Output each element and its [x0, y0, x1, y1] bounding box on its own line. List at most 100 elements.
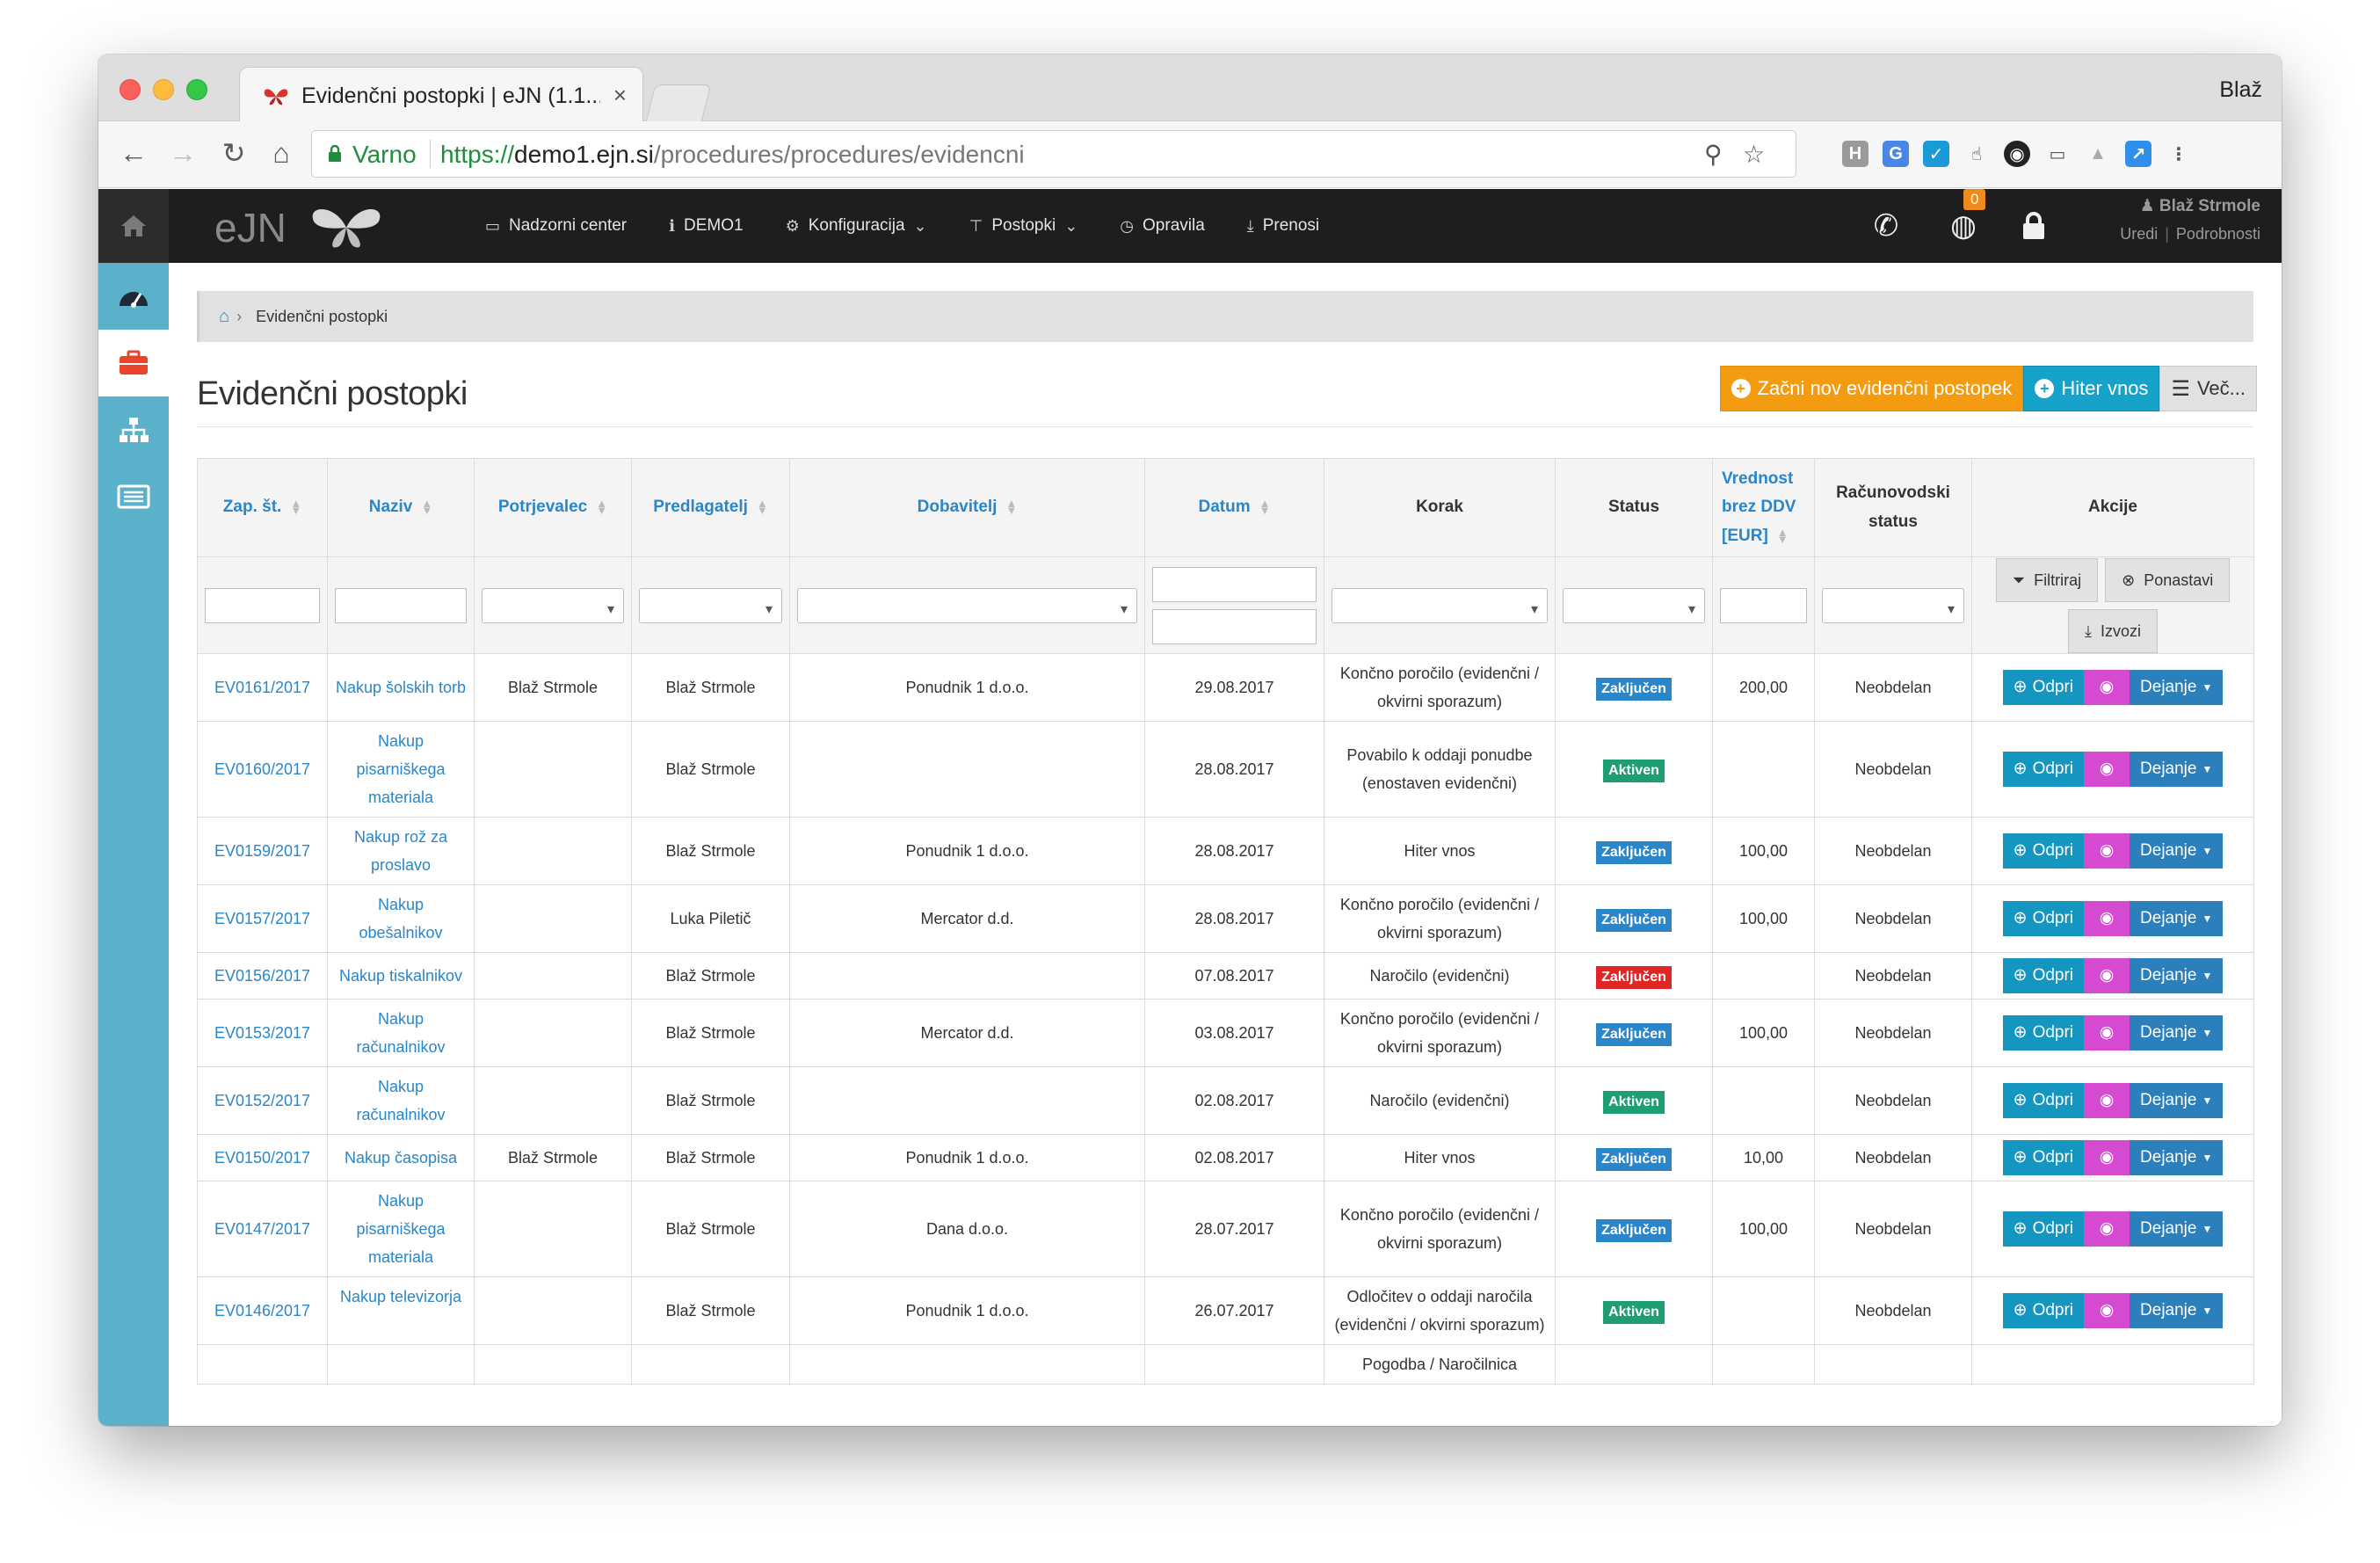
forward-icon[interactable]: →: [163, 134, 202, 172]
menu-prenosi[interactable]: ⤓ Prenosi: [1247, 216, 1319, 236]
back-icon[interactable]: ←: [114, 134, 153, 172]
action-dropdown-button[interactable]: Dejanje ▼: [2130, 901, 2224, 936]
h-extension-icon[interactable]: H: [1842, 141, 1868, 167]
cell-naziv[interactable]: Nakup računalnikov: [327, 999, 475, 1067]
new-procedure-button[interactable]: + Začni nov evidenčni postopek: [1719, 366, 2024, 411]
globe-icon[interactable]: ◍: [1944, 207, 1983, 245]
home-breadcrumb-icon[interactable]: ⌂: [219, 307, 229, 327]
new-tab-button[interactable]: [645, 84, 712, 121]
cell-zap-text[interactable]: EV0153/2017: [214, 1024, 310, 1042]
cell-naziv[interactable]: [327, 1344, 475, 1385]
action-dropdown-button[interactable]: Dejanje ▼: [2130, 1211, 2224, 1247]
cell-naziv[interactable]: Nakup pisarniškega materiala: [327, 1181, 475, 1277]
reload-icon[interactable]: ↻: [214, 134, 253, 172]
col-potrjevalec[interactable]: Potrjevalec ▲ ▼: [474, 458, 632, 557]
check-extension-icon[interactable]: ✓: [1923, 141, 1949, 167]
action-dropdown-button[interactable]: Dejanje ▼: [2130, 958, 2224, 993]
profile-name[interactable]: Blaž: [2219, 77, 2262, 103]
cell-zap-text[interactable]: EV0152/2017: [214, 1092, 310, 1109]
sidebar-item-procedures[interactable]: [98, 330, 169, 396]
action-dropdown-button[interactable]: Dejanje ▼: [2130, 670, 2224, 705]
open-button[interactable]: ⊕ Odpri: [2002, 752, 2085, 787]
filter-zap-input[interactable]: [205, 587, 320, 623]
cell-naziv-text[interactable]: Nakup pisarniškega materiala: [356, 1192, 445, 1266]
col-dobavitelj[interactable]: Dobavitelj ▲ ▼: [789, 458, 1145, 557]
reset-button[interactable]: ⊗ Ponastavi: [2105, 557, 2231, 602]
cell-zap[interactable]: EV0161/2017: [197, 653, 328, 722]
open-button[interactable]: ⊕ Odpri: [2002, 958, 2085, 993]
color-picker-extension-icon[interactable]: ◉: [2004, 141, 2030, 167]
preview-button[interactable]: ◉: [2084, 1293, 2130, 1328]
action-dropdown-button[interactable]: Dejanje ▼: [2130, 1015, 2224, 1050]
details-link[interactable]: Podrobnosti: [2176, 225, 2260, 243]
filter-dobavitelj-select[interactable]: [797, 587, 1137, 624]
cell-zap-text[interactable]: EV0150/2017: [214, 1149, 310, 1167]
maximize-window-button[interactable]: [186, 79, 207, 100]
open-button[interactable]: ⊕ Odpri: [2002, 833, 2085, 869]
cell-naziv-text[interactable]: Nakup tiskalnikov: [339, 967, 462, 985]
bookmark-star-icon[interactable]: ☆: [1743, 140, 1765, 169]
translate-extension-icon[interactable]: G: [1883, 141, 1909, 167]
action-dropdown-button[interactable]: Dejanje ▼: [2130, 833, 2224, 869]
cell-zap-text[interactable]: EV0157/2017: [214, 910, 310, 927]
sidebar-item-list[interactable]: [98, 463, 169, 530]
preview-button[interactable]: ◉: [2084, 1211, 2130, 1247]
cell-naziv[interactable]: Nakup televizorja: [327, 1276, 475, 1345]
zoom-icon[interactable]: ⚲: [1704, 140, 1723, 169]
address-bar[interactable]: Varno https://demo1.ejn.si/procedures/pr…: [311, 130, 1796, 178]
cell-naziv-text[interactable]: Nakup računalnikov: [356, 1010, 445, 1056]
home-icon[interactable]: ⌂: [262, 134, 301, 172]
preview-button[interactable]: ◉: [2084, 1083, 2130, 1118]
open-button[interactable]: ⊕ Odpri: [2002, 1293, 2085, 1328]
cell-zap[interactable]: EV0160/2017: [197, 721, 328, 818]
cell-naziv-text[interactable]: Nakup pisarniškega materiala: [356, 732, 445, 806]
filter-date-from-input[interactable]: [1152, 566, 1317, 602]
cell-naziv-text[interactable]: Nakup časopisa: [345, 1149, 457, 1167]
filter-button[interactable]: ⏷ Filtriraj: [1995, 557, 2099, 602]
cell-zap[interactable]: EV0157/2017: [197, 884, 328, 953]
open-button[interactable]: ⊕ Odpri: [2002, 901, 2085, 936]
edit-profile-link[interactable]: Uredi: [2120, 225, 2158, 243]
open-button[interactable]: ⊕ Odpri: [2002, 1140, 2085, 1175]
cell-zap[interactable]: EV0156/2017: [197, 952, 328, 1000]
cell-zap[interactable]: [197, 1344, 328, 1385]
cell-naziv[interactable]: Nakup časopisa: [327, 1134, 475, 1181]
filter-date-to-input[interactable]: [1152, 608, 1317, 644]
filter-potrjevalec-select[interactable]: [482, 587, 624, 624]
sidebar-item-dashboard[interactable]: [98, 263, 169, 330]
col-naziv[interactable]: Naziv ▲ ▼: [327, 458, 475, 557]
preview-button[interactable]: ◉: [2084, 1015, 2130, 1050]
menu-opravila[interactable]: ◷ Opravila: [1120, 216, 1204, 236]
filter-vrednost-input[interactable]: [1720, 587, 1807, 623]
cell-zap-text[interactable]: EV0147/2017: [214, 1220, 310, 1238]
cell-zap-text[interactable]: EV0156/2017: [214, 967, 310, 985]
menu-demo1[interactable]: ℹ DEMO1: [669, 216, 743, 236]
more-button[interactable]: ☰ Več...: [2159, 366, 2257, 411]
cursor-extension-icon[interactable]: ☝: [1963, 141, 1990, 167]
drive-extension-icon[interactable]: ▲: [2085, 141, 2111, 167]
cell-naziv-text[interactable]: Nakup rož za proslavo: [354, 828, 447, 874]
export-button[interactable]: ⤓ Izvozi: [2068, 608, 2158, 653]
filter-predlagatelj-select[interactable]: [639, 587, 782, 624]
sidebar-item-structure[interactable]: [98, 396, 169, 463]
menu-konfiguracija[interactable]: ⚙ Konfiguracija ⌄: [786, 216, 927, 236]
lock-nav-icon[interactable]: [2014, 207, 2053, 245]
open-button[interactable]: ⊕ Odpri: [2002, 670, 2085, 705]
menu-nadzorni-center[interactable]: ▭ Nadzorni center: [485, 216, 627, 236]
cell-zap[interactable]: EV0150/2017: [197, 1134, 328, 1181]
action-dropdown-button[interactable]: Dejanje ▼: [2130, 1083, 2224, 1118]
open-button[interactable]: ⊕ Odpri: [2002, 1083, 2085, 1118]
cell-zap[interactable]: EV0152/2017: [197, 1066, 328, 1135]
url-text[interactable]: https://demo1.ejn.si/procedures/procedur…: [440, 141, 1025, 169]
user-name[interactable]: ♟ Blaž Strmole: [2067, 196, 2260, 216]
action-dropdown-button[interactable]: Dejanje ▼: [2130, 1293, 2224, 1328]
open-button[interactable]: ⊕ Odpri: [2002, 1211, 2085, 1247]
phone-icon[interactable]: ✆: [1867, 207, 1905, 245]
cell-zap-text[interactable]: EV0159/2017: [214, 842, 310, 860]
cell-naziv-text[interactable]: Nakup računalnikov: [356, 1078, 445, 1123]
home-nav-button[interactable]: [98, 189, 169, 263]
action-dropdown-button[interactable]: Dejanje ▼: [2130, 1140, 2224, 1175]
browser-tab[interactable]: Evidenčni postopki | eJN (1.1... ×: [239, 67, 643, 122]
chrome-menu-icon[interactable]: ⋮: [2166, 141, 2192, 167]
open-button[interactable]: ⊕ Odpri: [2002, 1015, 2085, 1050]
